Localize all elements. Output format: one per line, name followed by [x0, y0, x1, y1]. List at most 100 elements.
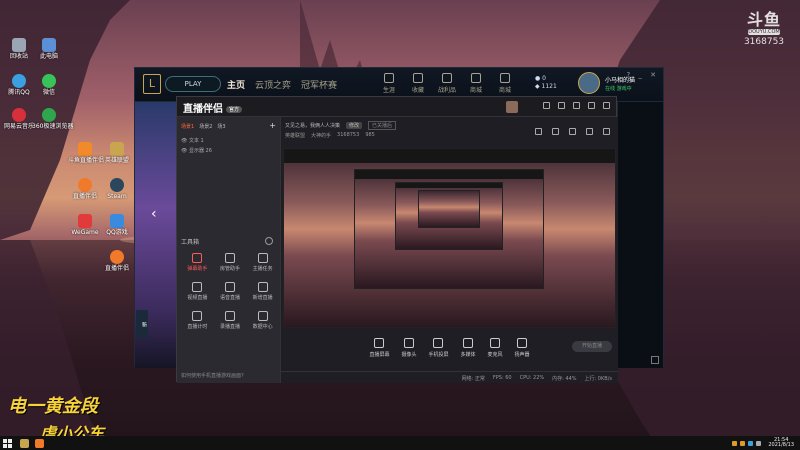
wechat-icon — [42, 74, 56, 88]
stream-main-panel: 又见之易，我俩人人决策 修改 已关播后 英雄联盟 大神的手 3168753 98… — [281, 117, 618, 383]
room-id: 3168753 — [337, 132, 360, 138]
danmu-icon — [192, 253, 203, 263]
tab-scene-1[interactable]: 场景1 — [181, 123, 194, 130]
resize-icon[interactable] — [552, 128, 559, 135]
preview-layer-4 — [418, 190, 480, 228]
help-hint-link[interactable]: 如何使用手机直播游戏画面? — [181, 372, 244, 379]
tray-icon[interactable] — [748, 440, 754, 446]
desktop-icon-live-assistant[interactable]: 直播伴侣 — [68, 178, 102, 201]
tool-room-admin[interactable]: 房管助手 — [214, 253, 247, 272]
desktop-icon-douyu-assistant[interactable]: 斗鱼直播伴侣 — [68, 142, 104, 165]
nav-collection[interactable]: 收藏 — [409, 73, 427, 94]
league-champion-banner: ‹ 新 — [135, 102, 179, 368]
volume-icon[interactable] — [756, 440, 762, 446]
tasks-icon — [257, 253, 268, 263]
desktop-icon-recycle-bin[interactable]: 回收站 — [2, 38, 36, 61]
tool-recording[interactable]: 录播直播 — [214, 311, 247, 330]
window-controls[interactable]: ? _ ✕ — [626, 71, 659, 79]
browser-icon — [42, 108, 56, 122]
desktop-icon-wechat[interactable]: 微信 — [32, 74, 66, 97]
tray-icon[interactable] — [732, 440, 738, 446]
desktop-icon-steam[interactable]: Steam — [100, 178, 134, 201]
banner-tag: 新 — [136, 310, 148, 338]
edit-title-button[interactable]: 修改 — [346, 122, 363, 129]
avatar[interactable] — [578, 72, 600, 94]
tab-scene-3[interactable]: 场3 — [217, 123, 225, 130]
screen-capture-button[interactable]: 直播屏幕 — [369, 338, 389, 370]
currency-display: ● 0 ◆ 1121 — [535, 75, 557, 91]
taskbar-clock[interactable]: 21:54 2021/8/13 — [768, 437, 794, 449]
music-icon — [12, 108, 26, 122]
close-icon[interactable] — [603, 102, 610, 109]
speaker-button[interactable]: 扬声器 — [515, 338, 530, 370]
play-button[interactable]: PLAY — [165, 76, 221, 92]
nav-shop[interactable]: 商城 — [496, 73, 514, 94]
stream-preview[interactable] — [283, 148, 616, 328]
tool-data-center[interactable]: 数据中心 — [246, 311, 279, 330]
nav-tft[interactable]: 云顶之弈 — [255, 78, 291, 91]
room-title: 又见之易，我俩人人决策 — [285, 123, 341, 129]
camera-icon[interactable] — [569, 128, 576, 135]
taskbar-app-league[interactable] — [20, 438, 29, 448]
source-item[interactable]: 👁 显示器 26 — [181, 146, 276, 156]
desktop-icon-wegame[interactable]: WeGame — [68, 214, 102, 237]
collection-icon — [413, 73, 423, 83]
friends-menu-icon[interactable] — [651, 356, 659, 364]
tool-timer[interactable]: 直播计时 — [181, 311, 214, 330]
toolbox-label: 工具箱 — [181, 239, 200, 246]
mail-icon[interactable] — [558, 102, 565, 109]
desktop-icon-qq-games[interactable]: QQ游戏 — [100, 214, 134, 237]
settings-icon[interactable] — [543, 102, 550, 109]
nav-profile[interactable]: 生涯 — [380, 73, 398, 94]
start-live-button[interactable]: 开始直播 — [572, 341, 612, 352]
nav-loot[interactable]: 战利品 — [438, 73, 456, 94]
desktop-icon-this-pc[interactable]: 此电脑 — [32, 38, 66, 61]
tray-icon[interactable] — [740, 440, 746, 446]
taskbar-app-stream[interactable] — [35, 438, 44, 448]
room-meta-1: 大神的手 — [311, 133, 332, 139]
media-button[interactable]: 多媒体 — [461, 338, 476, 370]
stream-titlebar: 直播伴侣 官方 — [177, 97, 616, 117]
start-button[interactable] — [0, 436, 14, 450]
announcement-input[interactable]: 已关播后 — [368, 121, 397, 130]
room-category[interactable]: 英雄联盟 — [285, 132, 305, 139]
tool-video-live[interactable]: 视频直播 — [181, 282, 214, 301]
desktop-icon-360-browser[interactable]: 360极速浏览器 — [32, 108, 73, 131]
loot-icon — [442, 73, 452, 83]
stream-left-panel: 场景1 场景2 场3 + 👁 文本 1 👁 显示器 26 工具箱 弹幕助手 房管… — [177, 117, 281, 383]
status-cpu: CPU: 22% — [519, 375, 545, 381]
source-item[interactable]: 👁 文本 1 — [181, 136, 276, 146]
avatar[interactable] — [506, 101, 518, 113]
nav-clash[interactable]: 冠军杯赛 — [301, 78, 337, 91]
league-logo-icon[interactable]: L — [143, 74, 161, 94]
friends-panel — [617, 102, 663, 368]
tab-scene-2[interactable]: 场景2 — [199, 123, 212, 130]
layout-icon[interactable] — [535, 128, 542, 135]
menu-icon[interactable] — [573, 102, 580, 109]
gear-icon[interactable] — [265, 237, 273, 245]
minimize-icon[interactable] — [588, 102, 595, 109]
add-scene-button[interactable]: + — [269, 122, 276, 130]
stream-brand: 直播伴侣 官方 — [183, 100, 243, 115]
league-icon — [110, 142, 124, 156]
fullscreen-icon[interactable] — [586, 128, 593, 135]
camera-button[interactable]: 摄像头 — [401, 338, 416, 370]
share-icon[interactable] — [603, 128, 610, 135]
wegame-icon — [78, 214, 92, 228]
tool-danmu[interactable]: 弹幕助手 — [181, 253, 214, 272]
desktop-icon-netease-music[interactable]: 网易云音乐 — [2, 108, 36, 131]
desktop-icon-league[interactable]: 英雄联盟 — [100, 142, 134, 165]
microphone-button[interactable]: 麦克风 — [488, 338, 503, 370]
chevron-left-icon[interactable]: ‹ — [151, 206, 157, 222]
source-list: 👁 文本 1 👁 显示器 26 — [177, 130, 280, 162]
tool-new-live[interactable]: 新增直播 — [246, 282, 279, 301]
tool-tasks[interactable]: 主播任务 — [246, 253, 279, 272]
qq-icon — [12, 74, 26, 88]
tool-voice-live[interactable]: 语音直播 — [214, 282, 247, 301]
desktop-icon-qq[interactable]: 腾讯QQ — [2, 74, 36, 97]
scene-tabs: 场景1 场景2 场3 + — [177, 117, 280, 131]
nav-home[interactable]: 主页 — [227, 78, 245, 91]
nav-store[interactable]: 商城 — [467, 73, 485, 94]
phone-cast-button[interactable]: 手机投屏 — [428, 338, 449, 370]
desktop-icon-live-assistant-2[interactable]: 直播伴侣 — [100, 250, 134, 273]
